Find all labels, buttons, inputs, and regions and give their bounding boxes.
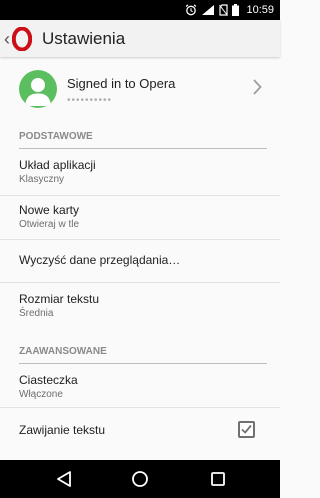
status-icons: 10:59 [185,0,274,20]
app-bar: ‹ Ustawienia [0,20,280,57]
clock: 10:59 [246,4,274,16]
setting-title: Zawijanie tekstu [19,423,106,437]
account-title: Signed in to Opera [67,76,176,91]
navigation-bar [0,460,280,498]
setting-new-tabs[interactable]: Nowe karty Otwieraj w tle [0,196,280,240]
setting-title: Nowe karty [19,203,80,217]
recents-square-icon[interactable] [210,470,226,488]
setting-title: Wyczyść dane przeglądania… [19,253,181,267]
signal-icon [202,5,215,15]
setting-value: Klasyczny [19,174,65,185]
setting-cookies[interactable]: Ciasteczka Włączone [0,363,280,407]
section-header-advanced: ZAAWANSOWANE [19,346,267,364]
alarm-icon [186,4,197,16]
no-sim-icon [219,4,229,16]
back-chevron-icon[interactable]: ‹ [4,30,10,48]
section-header-basic: PODSTAWOWE [19,131,267,149]
setting-title: Układ aplikacji [19,158,96,172]
account-row[interactable]: Signed in to Opera •••••••••• [0,57,280,122]
setting-text-wrap[interactable]: Zawijanie tekstu [0,408,280,448]
user-silhouette-icon [25,78,51,106]
check-icon [241,424,252,434]
setting-value: Włączone [19,389,63,400]
setting-text-size[interactable]: Rozmiar tekstu Średnia [0,283,280,327]
setting-title: Ciasteczka [19,373,78,387]
page-title: Ustawienia [42,28,126,48]
text-wrap-checkbox[interactable] [238,421,255,438]
home-circle-icon[interactable] [131,470,149,488]
status-bar: 10:59 [0,0,280,20]
back-triangle-icon[interactable] [56,470,72,488]
setting-clear-data[interactable]: Wyczyść dane przeglądania… [0,240,280,282]
setting-value: Otwieraj w tle [19,219,80,230]
avatar [19,70,57,108]
opera-logo-icon[interactable] [12,26,32,51]
account-email: •••••••••• [67,95,113,106]
battery-icon [232,4,240,16]
setting-title: Rozmiar tekstu [19,292,100,306]
setting-layout[interactable]: Układ aplikacji Klasyczny [0,148,280,196]
chevron-right-icon [253,79,262,95]
setting-value: Średnia [19,308,54,319]
